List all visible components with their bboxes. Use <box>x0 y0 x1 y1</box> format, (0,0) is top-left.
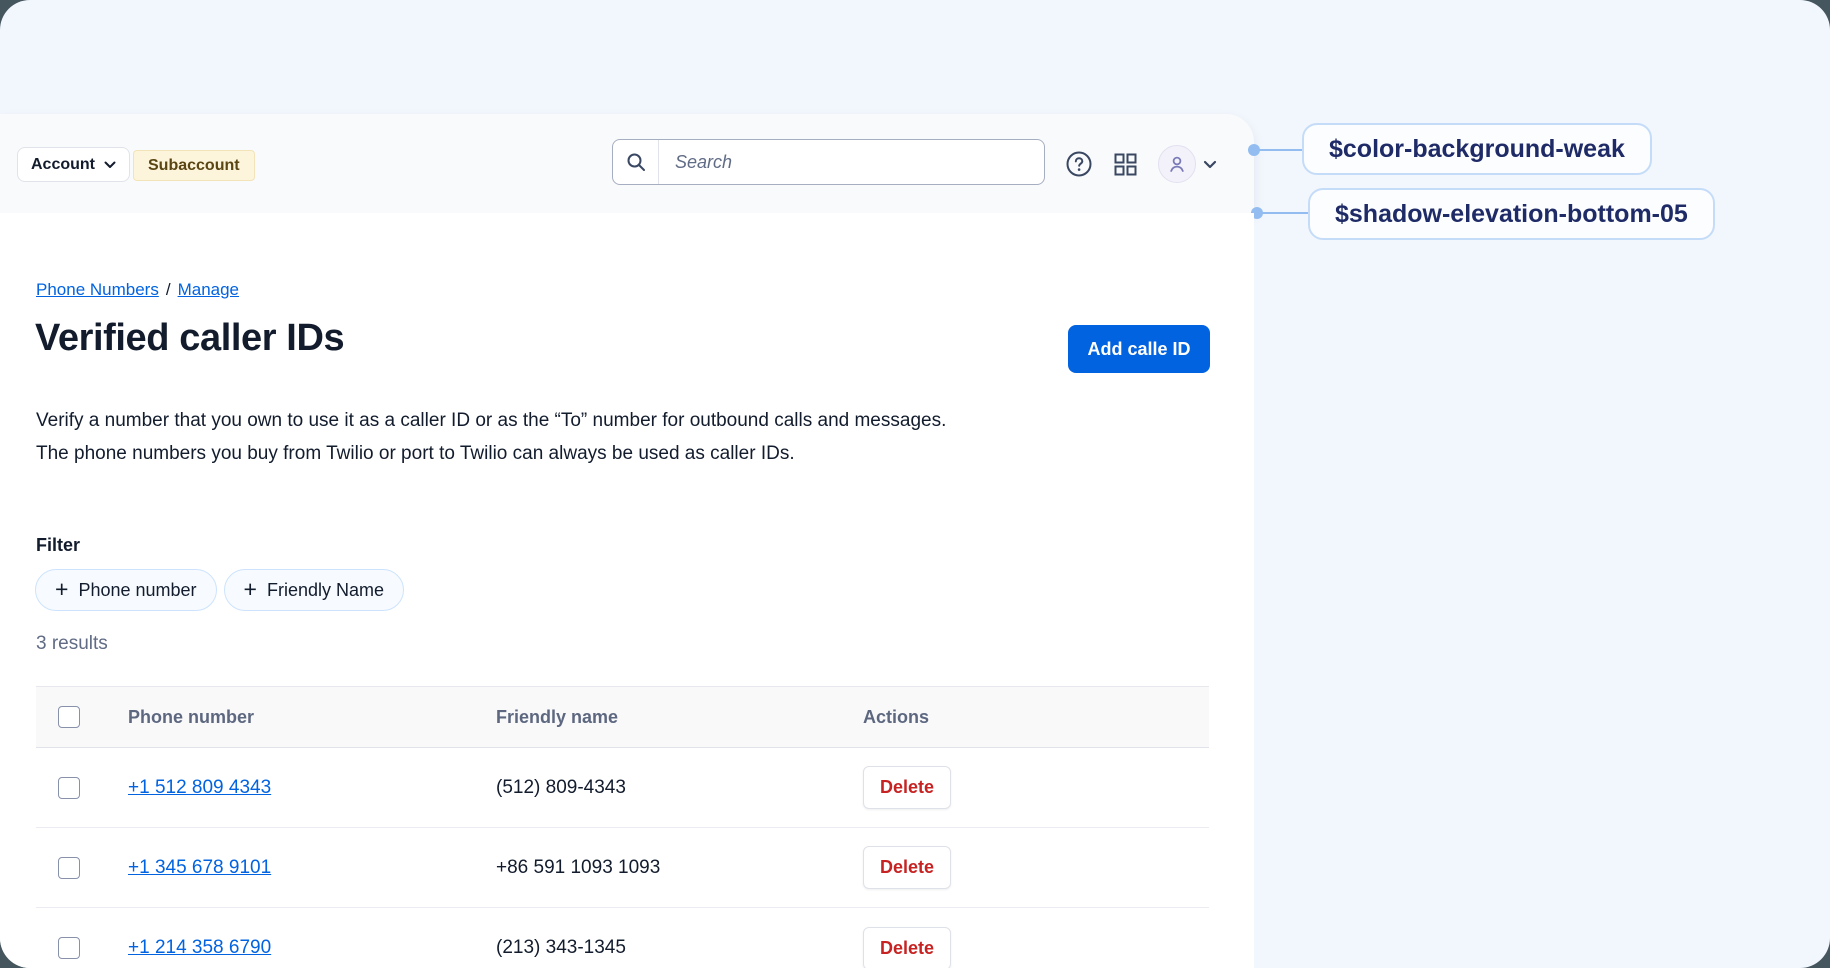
account-menu-button[interactable]: Account <box>17 147 130 182</box>
filter-label: Filter <box>36 535 80 556</box>
filter-chip-label: Phone number <box>78 580 196 601</box>
row-checkbox[interactable] <box>58 857 80 879</box>
column-header-friendly: Friendly name <box>496 707 863 728</box>
row-checkbox-cell <box>36 937 128 959</box>
column-header-phone: Phone number <box>128 707 496 728</box>
search-icon-section <box>613 140 659 184</box>
breadcrumb-link-manage[interactable]: Manage <box>178 280 239 299</box>
annotation-dot <box>1248 144 1260 156</box>
apps-grid-icon <box>1114 153 1137 176</box>
help-button[interactable] <box>1066 151 1092 177</box>
filter-chip-label: Friendly Name <box>267 580 384 601</box>
subaccount-badge: Subaccount <box>133 150 255 181</box>
row-checkbox-cell <box>36 857 128 879</box>
column-header-actions: Actions <box>863 707 1209 728</box>
page-description: Verify a number that you own to use it a… <box>36 404 946 470</box>
annotation-label: $shadow-elevation-bottom-05 <box>1335 200 1688 229</box>
annotation-shadow-token: $shadow-elevation-bottom-05 <box>1308 188 1715 240</box>
annotation-connector-line <box>1257 212 1310 214</box>
annotation-background-token: $color-background-weak <box>1302 123 1652 175</box>
friendly-name: (512) 809-4343 <box>496 777 863 799</box>
help-icon <box>1066 151 1092 177</box>
user-icon <box>1167 154 1187 174</box>
delete-button[interactable]: Delete <box>863 846 951 889</box>
breadcrumb: Phone Numbers / Manage <box>36 280 239 300</box>
chevron-down-icon <box>104 161 116 169</box>
breadcrumb-separator: / <box>166 280 171 299</box>
description-line-1: Verify a number that you own to use it a… <box>36 404 946 437</box>
table-row: +1 512 809 4343 (512) 809-4343 Delete <box>36 748 1209 828</box>
select-all-cell <box>36 706 128 728</box>
friendly-name: +86 591 1093 1093 <box>496 857 863 879</box>
filter-chip-phone-number[interactable]: + Phone number <box>35 569 217 611</box>
row-checkbox-cell <box>36 777 128 799</box>
row-checkbox[interactable] <box>58 777 80 799</box>
annotation-label: $color-background-weak <box>1329 135 1625 164</box>
main-content: Phone Numbers / Manage Verified caller IDs… <box>0 213 1254 968</box>
user-avatar[interactable] <box>1158 145 1196 183</box>
delete-button[interactable]: Delete <box>863 766 951 809</box>
page-title: Verified caller IDs <box>35 317 344 360</box>
search-input[interactable] <box>659 140 1044 184</box>
description-line-2: The phone numbers you buy from Twilio or… <box>36 437 946 470</box>
phone-number-link[interactable]: +1 214 358 6790 <box>128 937 271 958</box>
filter-chip-friendly-name[interactable]: + Friendly Name <box>224 569 404 611</box>
phone-number-link[interactable]: +1 345 678 9101 <box>128 857 271 878</box>
results-count: 3 results <box>36 633 108 655</box>
subaccount-badge-label: Subaccount <box>148 157 240 175</box>
annotation-connector-line <box>1254 149 1304 151</box>
search-icon <box>626 152 646 172</box>
table-header-row: Phone number Friendly name Actions <box>36 686 1209 748</box>
row-checkbox[interactable] <box>58 937 80 959</box>
global-search <box>612 139 1045 185</box>
chevron-down-icon <box>1203 160 1217 169</box>
friendly-name: (213) 343-1345 <box>496 937 863 959</box>
user-menu-button[interactable] <box>1202 158 1218 170</box>
account-menu-label: Account <box>31 156 95 174</box>
app-canvas: Account Subaccount <box>0 0 1830 968</box>
apps-launcher-button[interactable] <box>1114 153 1137 176</box>
table-row: +1 345 678 9101 +86 591 1093 1093 Delete <box>36 828 1209 908</box>
plus-icon: + <box>244 578 257 601</box>
add-caller-id-button[interactable]: Add calle ID <box>1068 325 1210 373</box>
delete-button[interactable]: Delete <box>863 927 951 968</box>
plus-icon: + <box>55 578 68 601</box>
phone-number-link[interactable]: +1 512 809 4343 <box>128 777 271 798</box>
filter-chips: + Phone number + Friendly Name <box>35 569 404 611</box>
breadcrumb-link-phone-numbers[interactable]: Phone Numbers <box>36 280 159 299</box>
caller-ids-table: Phone number Friendly name Actions +1 51… <box>36 686 1209 968</box>
table-row: +1 214 358 6790 (213) 343-1345 Delete <box>36 908 1209 968</box>
select-all-checkbox[interactable] <box>58 706 80 728</box>
